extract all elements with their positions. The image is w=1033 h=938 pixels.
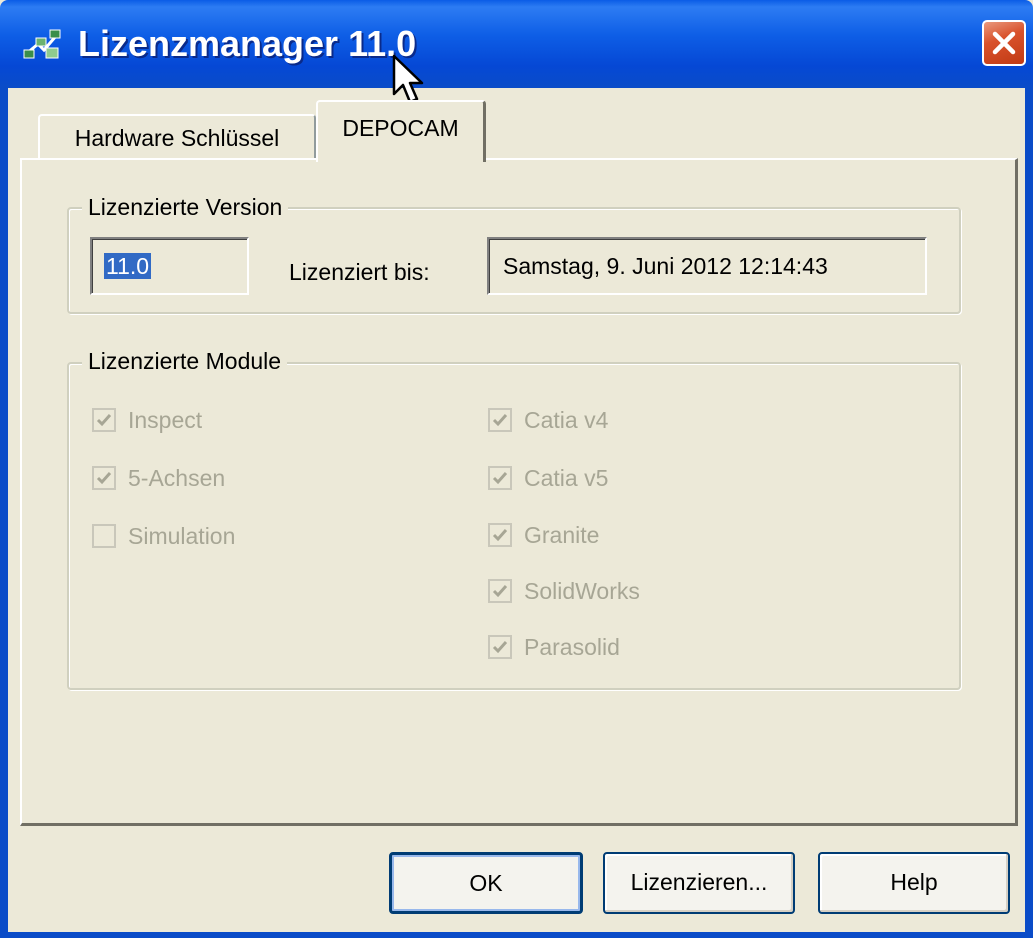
close-button[interactable] (982, 20, 1026, 66)
window-title: Lizenzmanager 11.0 (78, 23, 417, 64)
checkmark-icon (492, 472, 508, 485)
module-label-inspect: Inspect (128, 406, 203, 433)
module-label-parasolid: Parasolid (524, 633, 620, 660)
module-5-achsen-checkbox[interactable]: 5-Achsen (92, 462, 225, 494)
network-app-icon (23, 29, 61, 59)
checkbox-catia-v5[interactable] (488, 466, 512, 490)
module-catia-v5-checkbox[interactable]: Catia v5 (488, 462, 608, 494)
help-button[interactable]: Help (818, 852, 1010, 914)
checkbox-inspect[interactable] (92, 408, 116, 432)
module-label-catia-v4: Catia v4 (524, 406, 609, 433)
module-simulation-checkbox[interactable]: Simulation (92, 520, 235, 552)
checkbox-granite[interactable] (488, 523, 512, 547)
window-frame-bottom (0, 932, 1033, 938)
module-label-simulation: Simulation (128, 522, 236, 549)
license-button[interactable]: Lizenzieren... (603, 852, 795, 914)
checkmark-icon (96, 472, 112, 485)
module-granite-checkbox[interactable]: Granite (488, 519, 599, 551)
checkmark-icon (492, 414, 508, 427)
licensed-modules-legend: Lizenzierte Module (82, 347, 288, 375)
version-value: 11.0 (104, 253, 152, 279)
licensed-version-legend: Lizenzierte Version (82, 193, 289, 221)
checkmark-icon (96, 414, 112, 427)
mouse-cursor-icon (392, 54, 424, 104)
module-inspect-checkbox[interactable]: Inspect (92, 404, 202, 436)
window-frame-right (1025, 88, 1033, 938)
tab-hardware-key[interactable]: Hardware Schlüssel (38, 114, 316, 162)
close-icon (992, 31, 1016, 55)
checkmark-icon (492, 585, 508, 598)
licensed-until-value: Samstag, 9. Juni 2012 12:14:43 (503, 253, 828, 279)
checkbox-solidworks[interactable] (488, 579, 512, 603)
version-field[interactable]: 11.0 (90, 237, 249, 295)
module-label-5-achsen: 5-Achsen (128, 464, 226, 491)
licensed-until-field[interactable]: Samstag, 9. Juni 2012 12:14:43 (487, 237, 927, 295)
licensed-until-label: Lizenziert bis: (289, 259, 430, 285)
module-label-catia-v5: Catia v5 (524, 464, 609, 491)
module-label-solidworks: SolidWorks (524, 577, 640, 604)
checkbox-catia-v4[interactable] (488, 408, 512, 432)
checkmark-icon (492, 641, 508, 654)
checkbox-parasolid[interactable] (488, 635, 512, 659)
ok-button[interactable]: OK (389, 852, 583, 914)
title-bar[interactable]: Lizenzmanager 11.0 (0, 0, 1033, 88)
tab-depocam[interactable]: DEPOCAM (316, 100, 486, 162)
window-frame-left (0, 88, 8, 938)
module-parasolid-checkbox[interactable]: Parasolid (488, 631, 620, 663)
module-label-granite: Granite (524, 521, 600, 548)
checkmark-icon (492, 529, 508, 542)
module-solidworks-checkbox[interactable]: SolidWorks (488, 575, 640, 607)
checkbox-simulation[interactable] (92, 524, 116, 548)
checkbox-5-achsen[interactable] (92, 466, 116, 490)
module-catia-v4-checkbox[interactable]: Catia v4 (488, 404, 608, 436)
